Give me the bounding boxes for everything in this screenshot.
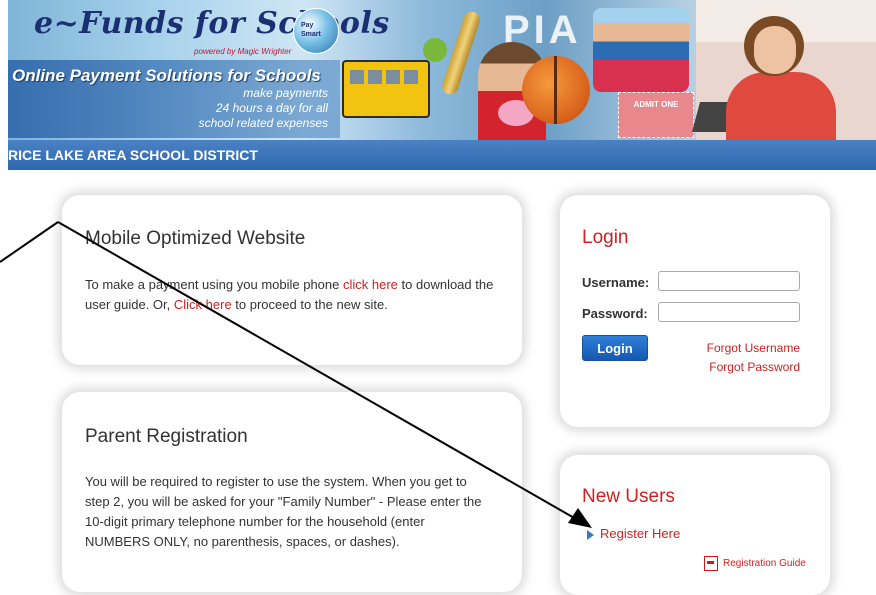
parent-photo bbox=[691, 0, 876, 140]
new-site-link[interactable]: Click here bbox=[174, 297, 232, 312]
parent-registration-title: Parent Registration bbox=[85, 426, 248, 447]
registration-guide-link[interactable]: Registration Guide bbox=[704, 556, 806, 571]
download-guide-link[interactable]: click here bbox=[343, 277, 398, 292]
district-bar: RICE LAKE AREA SCHOOL DISTRICT bbox=[8, 140, 876, 170]
admit-tickets-image: ADMIT ONE bbox=[618, 92, 694, 138]
username-input[interactable] bbox=[658, 271, 800, 291]
login-button[interactable]: Login bbox=[582, 335, 648, 361]
basketball-image bbox=[522, 56, 590, 124]
password-label: Password: bbox=[582, 306, 648, 321]
parent-registration-panel: Parent Registration You will be required… bbox=[62, 392, 522, 592]
username-label: Username: bbox=[582, 275, 650, 290]
forgot-password-link[interactable]: Forgot Password bbox=[709, 360, 800, 374]
globe-logo-icon bbox=[293, 8, 339, 54]
triangle-right-icon bbox=[587, 529, 594, 540]
students-image bbox=[593, 8, 689, 92]
apple-image bbox=[423, 38, 447, 62]
header-banner: PIA ADMIT ONE e~Funds for Schools powere… bbox=[8, 0, 876, 140]
powered-by-text: powered by Magic Wrighter bbox=[194, 47, 292, 56]
mobile-site-title: Mobile Optimized Website bbox=[85, 228, 306, 249]
arrow-tail-line bbox=[0, 221, 59, 263]
login-panel: Login Username: Password: Login Forgot U… bbox=[560, 195, 830, 427]
forgot-username-link[interactable]: Forgot Username bbox=[707, 341, 800, 355]
login-title: Login bbox=[582, 227, 629, 248]
tagline: Online Payment Solutions for Schools bbox=[12, 66, 321, 85]
password-input[interactable] bbox=[658, 302, 800, 322]
new-users-title: New Users bbox=[582, 486, 675, 507]
mobile-site-panel: Mobile Optimized Website To make a payme… bbox=[62, 195, 522, 365]
pdf-icon bbox=[704, 556, 718, 571]
district-name: RICE LAKE AREA SCHOOL DISTRICT bbox=[8, 147, 258, 163]
school-bus-image bbox=[342, 60, 430, 118]
mobile-site-text: To make a payment using you mobile phone… bbox=[85, 277, 494, 312]
sub-tagline: make payments 24 hours a day for all sch… bbox=[198, 86, 328, 130]
parent-registration-text: You will be required to register to use … bbox=[85, 474, 482, 549]
new-users-panel: New Users Register Here Registration Gui… bbox=[560, 455, 830, 595]
register-here-link[interactable]: Register Here bbox=[587, 526, 680, 541]
